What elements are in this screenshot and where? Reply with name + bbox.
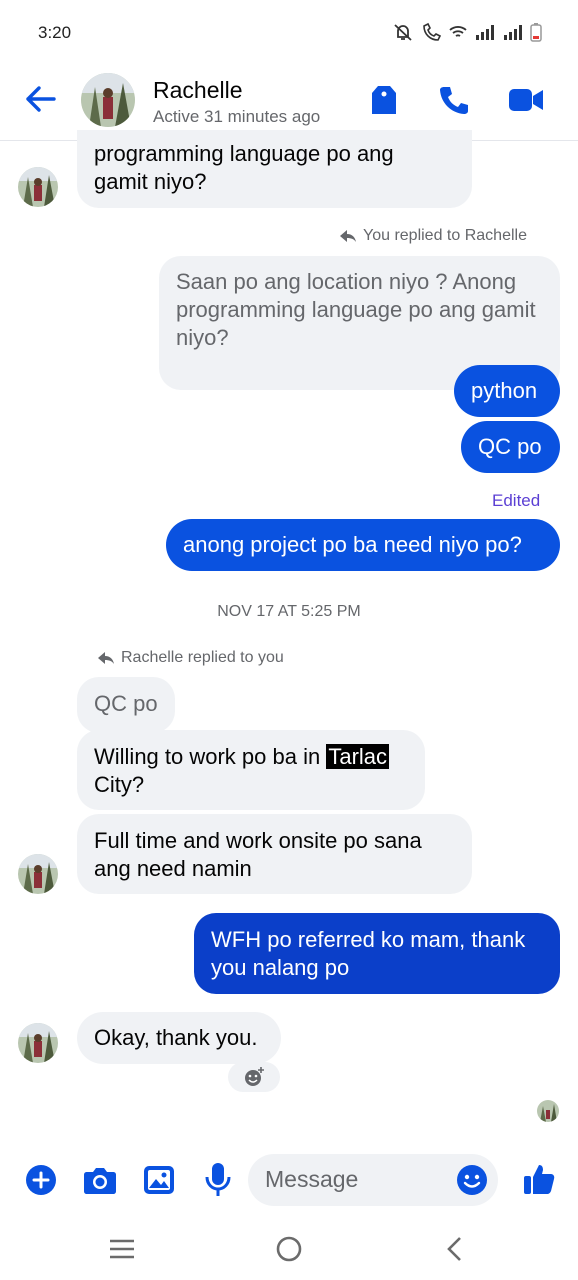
timestamp-divider: NOV 17 AT 5:25 PM — [217, 603, 361, 620]
quoted-message[interactable]: QC po — [77, 677, 175, 733]
camera-icon[interactable] — [83, 1165, 117, 1195]
message-placeholder: Message — [265, 1166, 359, 1192]
message-text: WFH po referred ko mam, thank you nalang… — [211, 927, 526, 980]
tag-icon[interactable] — [371, 84, 397, 116]
message-text: Full time and work onsite po sana ang ne… — [94, 828, 422, 881]
gallery-icon[interactable] — [143, 1165, 175, 1195]
message-text: City? — [94, 772, 145, 797]
mute-bell-icon — [394, 24, 412, 41]
incoming-message[interactable]: programming language po ang gamit niyo? — [77, 130, 472, 208]
contact-avatar[interactable] — [81, 73, 135, 127]
message-line: gamit niyo? — [94, 169, 207, 194]
reply-label-text: Rachelle replied to you — [121, 649, 284, 666]
thumbs-up-icon[interactable] — [522, 1162, 556, 1196]
contact-avatar-small — [18, 854, 58, 894]
incoming-message[interactable]: Willing to work po ba in Tarlac City? — [77, 730, 425, 810]
signal-1-icon — [476, 25, 494, 40]
outgoing-message[interactable]: python — [454, 365, 560, 417]
home-icon[interactable] — [275, 1235, 303, 1263]
emoji-icon[interactable] — [456, 1164, 488, 1196]
message-text: QC po — [478, 434, 542, 459]
contact-status: Active 31 minutes ago — [153, 107, 321, 126]
wifi-icon — [449, 26, 467, 37]
status-time: 3:20 — [38, 23, 72, 42]
seen-avatar — [537, 1100, 559, 1122]
outgoing-message[interactable]: anong project po ba need niyo po? — [166, 519, 560, 571]
quoted-text: Saan po ang location niyo ? Anong progra… — [176, 269, 536, 350]
reply-arrow-icon — [340, 230, 356, 242]
message-text: Willing to work po ba in — [94, 744, 327, 769]
incoming-message[interactable]: Okay, thank you. — [77, 1012, 281, 1064]
message-text: python — [471, 378, 538, 403]
add-reaction-button[interactable] — [228, 1062, 280, 1092]
reply-label-text: You replied to Rachelle — [363, 227, 527, 244]
message-text: anong project po ba need niyo po? — [183, 532, 522, 557]
plus-icon[interactable] — [25, 1164, 57, 1196]
outgoing-message[interactable]: QC po — [461, 421, 560, 473]
message-line: programming language po ang — [94, 141, 394, 166]
contact-avatar-small — [18, 1023, 58, 1063]
add-reaction-icon — [245, 1067, 264, 1086]
incoming-message[interactable]: Full time and work onsite po sana ang ne… — [77, 814, 472, 894]
status-icons — [392, 22, 542, 42]
contact-name[interactable]: Rachelle — [153, 77, 243, 104]
mic-icon[interactable] — [205, 1162, 231, 1198]
menu-icon[interactable] — [108, 1238, 136, 1260]
phone-icon[interactable] — [438, 84, 470, 116]
battery-icon — [530, 23, 542, 42]
reply-label: Rachelle replied to you — [97, 649, 284, 667]
back-arrow-icon[interactable] — [24, 85, 56, 113]
back-nav-icon[interactable] — [444, 1236, 464, 1262]
message-text: Okay, thank you. — [94, 1025, 258, 1050]
video-icon[interactable] — [508, 87, 544, 113]
edited-label[interactable]: Edited — [492, 491, 540, 511]
highlighted-text: Tarlac — [326, 744, 390, 769]
quoted-text: QC po — [94, 691, 158, 716]
reply-label: You replied to Rachelle — [339, 227, 527, 245]
contact-avatar-small — [18, 167, 58, 207]
reply-arrow-icon — [98, 652, 114, 664]
outgoing-message[interactable]: WFH po referred ko mam, thank you nalang… — [194, 913, 560, 994]
signal-2-icon — [504, 25, 522, 40]
call-wifi-icon — [423, 22, 442, 41]
